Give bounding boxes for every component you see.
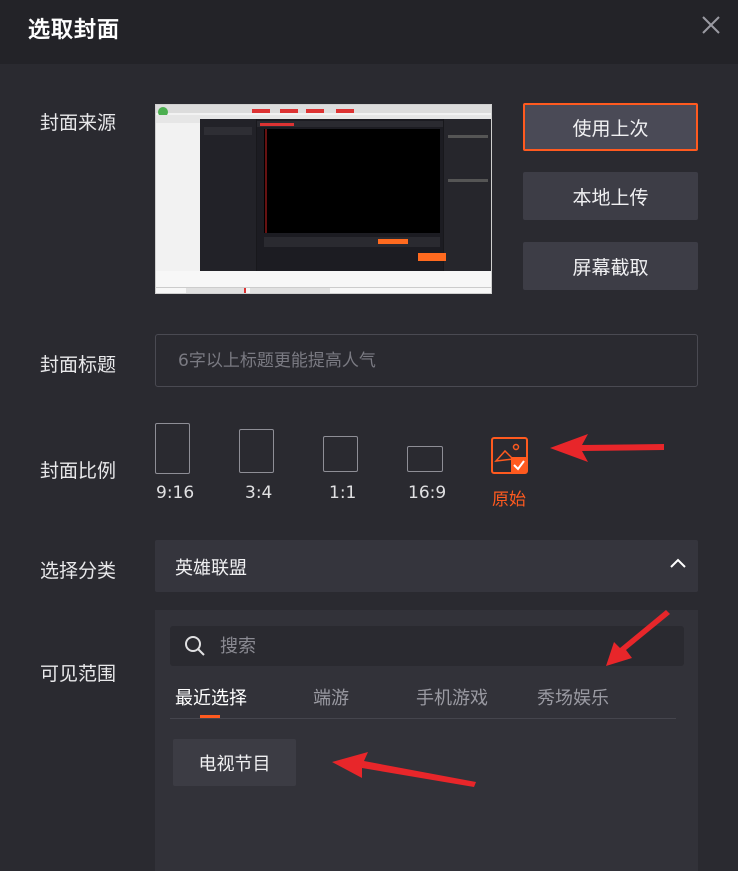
tab-pc-games[interactable]: 端游 [313, 684, 349, 710]
ratio-option-original[interactable]: 原始 [491, 437, 533, 510]
screen-capture-button[interactable]: 屏幕截取 [523, 242, 698, 290]
ratio-16-9-frame [407, 446, 443, 472]
ratio-1-1-label: 1:1 [329, 483, 357, 503]
use-last-button[interactable]: 使用上次 [523, 103, 698, 151]
dialog-title: 选取封面 [28, 18, 121, 43]
visibility-label: 可见范围 [40, 663, 117, 685]
ratio-option-9-16[interactable]: 9:16 [155, 423, 195, 505]
cover-source-label: 封面来源 [40, 112, 117, 134]
ratio-3-4-label: 3:4 [245, 483, 273, 503]
local-upload-button[interactable]: 本地上传 [523, 172, 698, 220]
ratio-9-16-label: 9:16 [156, 483, 195, 503]
search-input[interactable] [220, 626, 660, 666]
category-label: 选择分类 [40, 560, 117, 582]
cover-ratio-label: 封面比例 [40, 460, 117, 482]
ratio-option-16-9[interactable]: 16:9 [407, 446, 451, 505]
category-selected-value: 英雄联盟 [175, 558, 247, 579]
ratio-option-1-1[interactable]: 1:1 [323, 436, 363, 505]
ratio-original-label: 原始 [492, 490, 526, 510]
category-select[interactable]: 英雄联盟 [155, 540, 698, 592]
ratio-option-3-4[interactable]: 3:4 [239, 429, 279, 505]
dialog-header: 选取封面 [0, 0, 738, 64]
tab-show-entertainment[interactable]: 秀场娱乐 [537, 684, 609, 710]
cover-title-label: 封面标题 [40, 354, 117, 376]
ratio-3-4-frame [239, 429, 274, 473]
tab-recent[interactable]: 最近选择 [175, 684, 247, 710]
cover-title-input[interactable] [155, 334, 698, 387]
annotation-arrow-icon [550, 434, 664, 462]
ratio-1-1-frame [323, 436, 358, 472]
close-icon[interactable] [698, 12, 724, 38]
category-chip[interactable]: 电视节目 [173, 739, 296, 786]
ratio-16-9-label: 16:9 [408, 483, 447, 503]
category-search-box[interactable] [170, 626, 684, 666]
tab-divider [170, 718, 676, 719]
tab-mobile-games[interactable]: 手机游戏 [416, 684, 488, 710]
chevron-up-icon[interactable] [669, 557, 687, 569]
ratio-9-16-frame [155, 423, 190, 474]
cover-preview-image [155, 104, 492, 294]
search-icon [185, 636, 205, 656]
original-ratio-icon [491, 437, 528, 474]
